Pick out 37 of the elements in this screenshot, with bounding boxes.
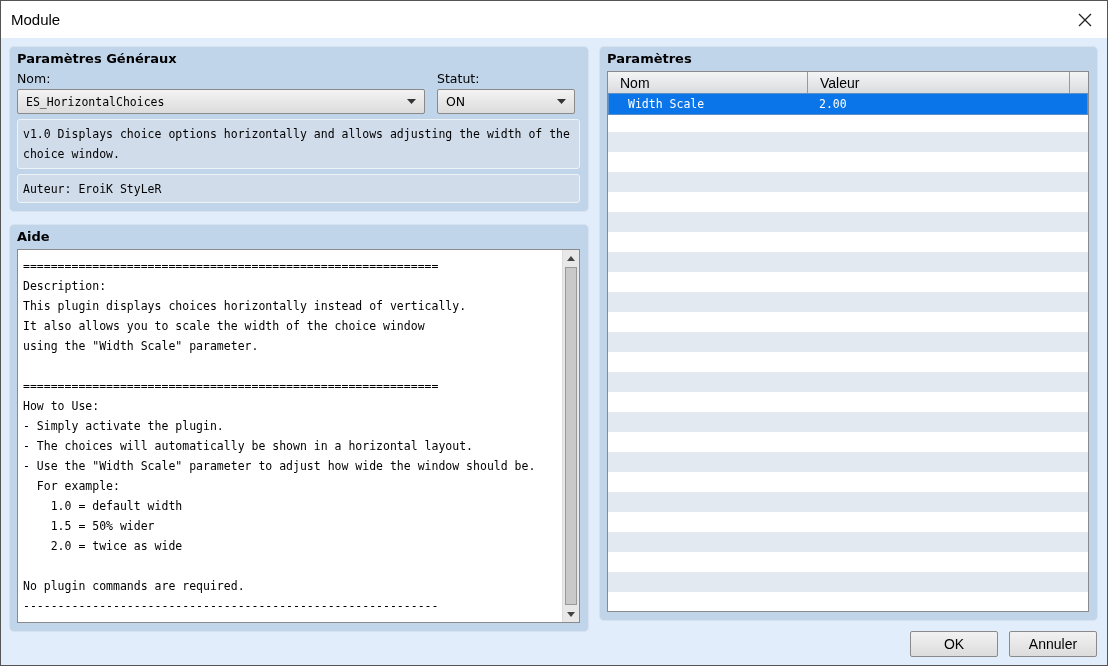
caret-icon <box>557 99 566 104</box>
help-line: ============================================================ <box>23 258 440 275</box>
help-line: This plugin displays choices horizontally instead of vertically. <box>23 298 468 315</box>
field-label: Statut: <box>437 71 480 88</box>
help-line: - Use the "Width Scale" parameter to adjust how wide the window should be. <box>23 458 537 475</box>
help-line: - The choices will automatically be shown in a horizontal layout. <box>23 438 475 455</box>
scroll-up-icon[interactable] <box>567 255 575 261</box>
help-line: How to Use: <box>23 398 101 415</box>
table-cell-text: Width Scale <box>627 97 706 111</box>
help-line: No plugin commands are required. <box>23 578 246 595</box>
help-line: For example: <box>35 478 121 495</box>
help-line: It also allows you to scale the width of the choice window <box>23 318 426 335</box>
table-row[interactable]: Width Scale 2.00 <box>609 94 1087 114</box>
panel-title: Aide <box>17 229 50 246</box>
panel-title: Paramètres Généraux <box>17 51 177 68</box>
status-dropdown[interactable]: ON <box>437 89 575 114</box>
help-line: 2.0 = twice as wide <box>49 538 184 555</box>
field-label: Nom: <box>17 71 51 88</box>
help-line: - Simply activate the plugin. <box>23 418 225 435</box>
help-line: Description: <box>23 278 108 295</box>
cancel-button[interactable]: Annuler <box>1009 631 1097 657</box>
ok-button[interactable]: OK <box>910 631 998 657</box>
scrollbar[interactable] <box>562 250 579 622</box>
name-dropdown[interactable]: ES_HorizontalChoices <box>17 89 425 114</box>
help-line: 1.5 = 50% wider <box>49 518 156 535</box>
scroll-down-icon[interactable] <box>567 611 575 617</box>
close-icon <box>1078 12 1092 27</box>
table-cell-text: 2.00 <box>818 97 847 111</box>
description-text: v1.0 Displays choice options horizontally and allows adjusting the width of the choice window. <box>17 119 580 169</box>
help-line: ------------------------------------------------------------ <box>23 598 440 615</box>
author-text: Auteur: EroiK StyLeR <box>17 174 580 203</box>
help-line: ============================================================ <box>23 378 440 395</box>
help-line: 1.0 = default width <box>49 498 184 515</box>
help-line: using the "Width Scale" parameter. <box>23 338 260 355</box>
window-title: Module <box>11 11 61 28</box>
panel-title: Paramètres <box>607 51 692 68</box>
caret-icon <box>407 99 416 104</box>
